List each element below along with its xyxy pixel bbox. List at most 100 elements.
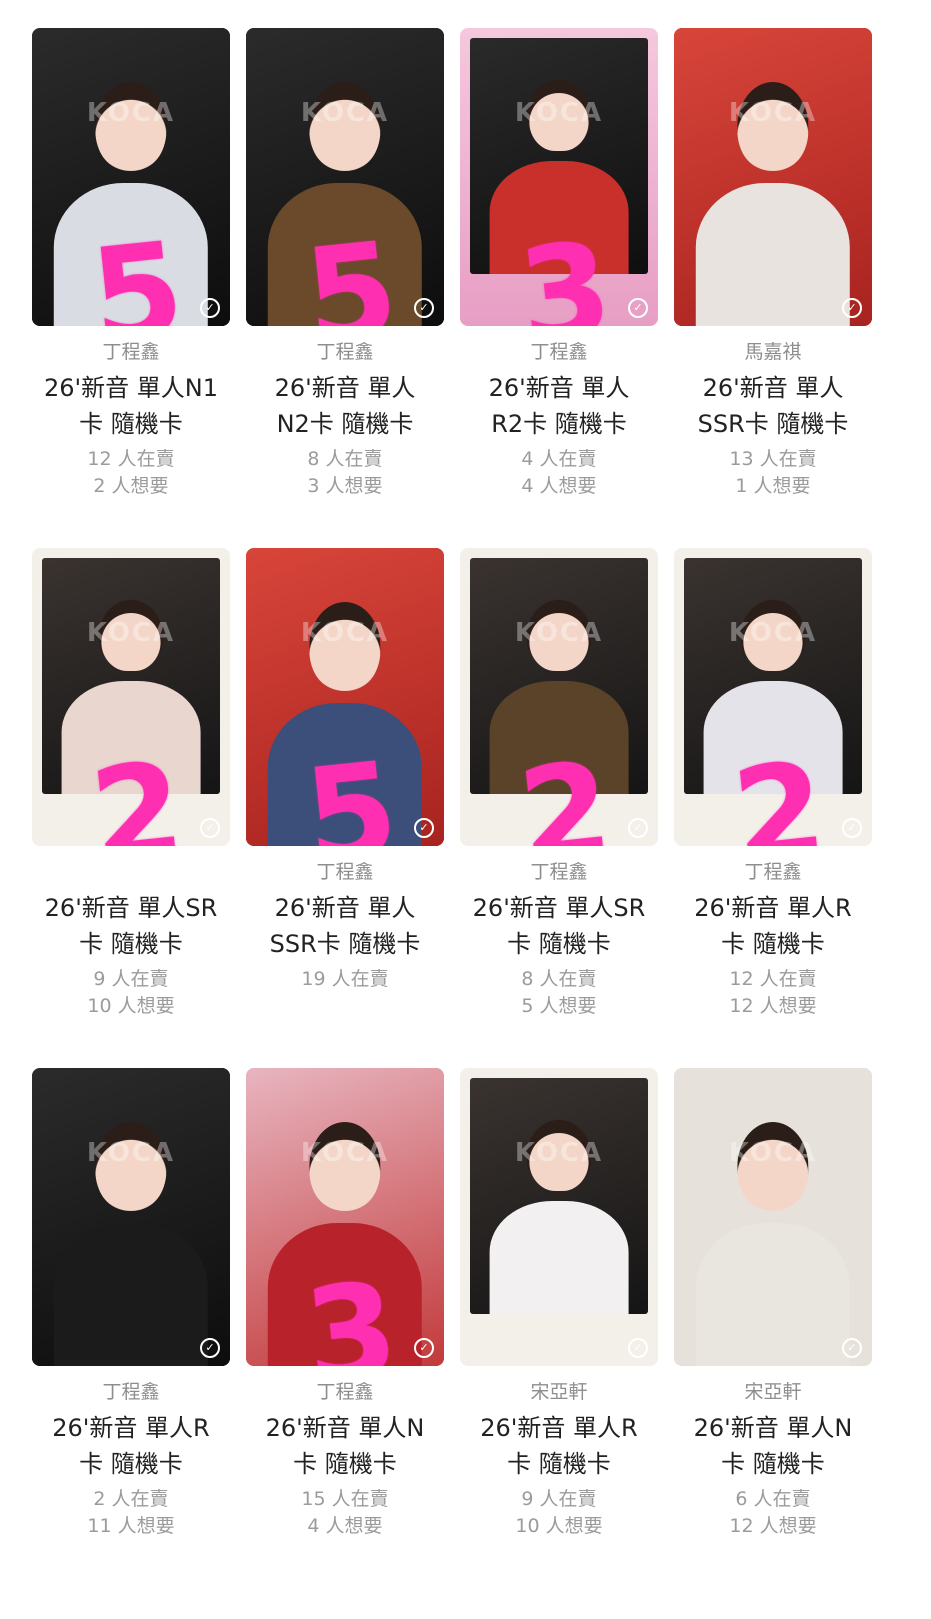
selling-count: 2 人在賣 — [93, 1488, 169, 1510]
member-name: 丁程鑫 — [316, 341, 374, 363]
card-title[interactable]: 26'新音 單人 SSR卡 隨機卡 — [238, 890, 452, 962]
photo-image — [42, 558, 220, 794]
card-grid: KOCA ✓ 5 丁程鑫 26'新音 單人N1 卡 隨機卡 12 人在賣 2 人… — [0, 0, 931, 1619]
wanting-count: 4 人想要 — [307, 1515, 383, 1537]
check-circle-icon[interactable]: ✓ — [414, 1338, 434, 1358]
check-circle-icon[interactable]: ✓ — [200, 818, 220, 838]
card-title[interactable]: 26'新音 單人 SSR卡 隨機卡 — [666, 370, 880, 442]
person-body — [61, 680, 201, 794]
photocard-item[interactable]: KOCA ✓ 2 丁程鑫 26'新音 單人R 卡 隨機卡 12 人在賣 12 人… — [666, 548, 880, 1020]
check-circle-icon[interactable]: ✓ — [842, 818, 862, 838]
card-photo[interactable]: KOCA ✓ — [32, 1068, 230, 1366]
person-body — [267, 702, 423, 846]
photocard-item[interactable]: KOCA ✓ 5 丁程鑫 26'新音 單人N1 卡 隨機卡 12 人在賣 2 人… — [24, 28, 238, 500]
koca-watermark: KOCA — [728, 98, 818, 128]
card-title[interactable]: 26'新音 單人N1 卡 隨機卡 — [24, 370, 238, 442]
photo-image — [246, 1068, 444, 1366]
koca-watermark: KOCA — [86, 1138, 176, 1168]
koca-watermark: KOCA — [300, 1138, 390, 1168]
person-body — [695, 1222, 851, 1366]
koca-watermark: KOCA — [728, 618, 818, 648]
card-photo[interactable]: KOCA ✓ 5 — [246, 28, 444, 326]
card-stats: 19 人在賣 — [238, 966, 452, 993]
check-circle-icon[interactable]: ✓ — [628, 298, 648, 318]
koca-watermark: KOCA — [514, 1138, 604, 1168]
card-photo[interactable]: KOCA ✓ — [674, 28, 872, 326]
check-circle-icon[interactable]: ✓ — [200, 1338, 220, 1358]
card-title[interactable]: 26'新音 單人N 卡 隨機卡 — [238, 1410, 452, 1482]
wanting-count: 11 人想要 — [87, 1515, 175, 1537]
card-photo[interactable]: KOCA ✓ 3 — [246, 1068, 444, 1366]
member-name: 馬嘉祺 — [744, 341, 802, 363]
person-body — [267, 1222, 423, 1366]
card-title[interactable]: 26'新音 單人N 卡 隨機卡 — [666, 1410, 880, 1482]
check-circle-icon[interactable]: ✓ — [414, 298, 434, 318]
wanting-count: 12 人想要 — [729, 1515, 817, 1537]
card-title[interactable]: 26'新音 單人R 卡 隨機卡 — [24, 1410, 238, 1482]
card-title[interactable]: 26'新音 單人 N2卡 隨機卡 — [238, 370, 452, 442]
card-photo[interactable]: KOCA ✓ — [674, 1068, 872, 1366]
selling-count: 12 人在賣 — [729, 968, 817, 990]
photo-image — [246, 28, 444, 326]
card-title[interactable]: 26'新音 單人R 卡 隨機卡 — [666, 890, 880, 962]
card-stats: 9 人在賣 10 人想要 — [452, 1486, 666, 1540]
check-circle-icon[interactable]: ✓ — [628, 1338, 648, 1358]
member-name: 丁程鑫 — [316, 1381, 374, 1403]
koca-watermark: KOCA — [514, 618, 604, 648]
photocard-item[interactable]: KOCA ✓ 宋亞軒 26'新音 單人N 卡 隨機卡 6 人在賣 12 人想要 — [666, 1068, 880, 1540]
selling-count: 4 人在賣 — [521, 448, 597, 470]
wanting-count: 3 人想要 — [307, 475, 383, 497]
member-name — [24, 860, 238, 884]
card-stats: 13 人在賣 1 人想要 — [666, 446, 880, 500]
photo-image — [470, 38, 648, 274]
wanting-count: 2 人想要 — [93, 475, 169, 497]
card-title[interactable]: 26'新音 單人 R2卡 隨機卡 — [452, 370, 666, 442]
photo-image — [684, 558, 862, 794]
photocard-item[interactable]: KOCA ✓ 丁程鑫 26'新音 單人R 卡 隨機卡 2 人在賣 11 人想要 — [24, 1068, 238, 1540]
koca-watermark: KOCA — [300, 618, 390, 648]
member-name: 宋亞軒 — [744, 1381, 802, 1403]
wanting-count: 4 人想要 — [521, 475, 597, 497]
check-circle-icon[interactable]: ✓ — [628, 818, 648, 838]
card-photo[interactable]: KOCA ✓ 5 — [32, 28, 230, 326]
member-name: 丁程鑫 — [102, 341, 160, 363]
card-photo[interactable]: KOCA ✓ 2 — [32, 548, 230, 846]
card-title[interactable]: 26'新音 單人SR 卡 隨機卡 — [452, 890, 666, 962]
selling-count: 9 人在賣 — [93, 968, 169, 990]
photocard-item[interactable]: KOCA ✓ 5 丁程鑫 26'新音 單人 N2卡 隨機卡 8 人在賣 3 人想… — [238, 28, 452, 500]
card-photo[interactable]: KOCA ✓ 2 — [674, 548, 872, 846]
person-body — [267, 182, 423, 326]
photocard-item[interactable]: KOCA ✓ 馬嘉祺 26'新音 單人 SSR卡 隨機卡 13 人在賣 1 人想… — [666, 28, 880, 500]
selling-count: 19 人在賣 — [301, 968, 389, 990]
photocard-item[interactable]: KOCA ✓ 5 丁程鑫 26'新音 單人 SSR卡 隨機卡 19 人在賣 — [238, 548, 452, 993]
card-photo[interactable]: KOCA ✓ 5 — [246, 548, 444, 846]
card-stats: 2 人在賣 11 人想要 — [24, 1486, 238, 1540]
member-name: 丁程鑫 — [102, 1381, 160, 1403]
photocard-item[interactable]: KOCA ✓ 3 丁程鑫 26'新音 單人 R2卡 隨機卡 4 人在賣 4 人想… — [452, 28, 666, 500]
person-body — [489, 160, 629, 274]
card-title[interactable]: 26'新音 單人R 卡 隨機卡 — [452, 1410, 666, 1482]
card-title[interactable]: 26'新音 單人SR 卡 隨機卡 — [24, 890, 238, 962]
card-photo[interactable]: KOCA ✓ 2 — [460, 548, 658, 846]
selling-count: 13 人在賣 — [729, 448, 817, 470]
photo-image — [32, 28, 230, 326]
check-circle-icon[interactable]: ✓ — [200, 298, 220, 318]
card-photo[interactable]: KOCA ✓ — [460, 1068, 658, 1366]
member-name: 丁程鑫 — [530, 861, 588, 883]
card-stats: 12 人在賣 12 人想要 — [666, 966, 880, 1020]
selling-count: 15 人在賣 — [301, 1488, 389, 1510]
person-body — [53, 1222, 209, 1366]
check-circle-icon[interactable]: ✓ — [414, 818, 434, 838]
card-stats: 12 人在賣 2 人想要 — [24, 446, 238, 500]
card-stats: 6 人在賣 12 人想要 — [666, 1486, 880, 1540]
card-photo[interactable]: KOCA ✓ 3 — [460, 28, 658, 326]
photocard-item[interactable]: KOCA ✓ 宋亞軒 26'新音 單人R 卡 隨機卡 9 人在賣 10 人想要 — [452, 1068, 666, 1540]
photo-image — [32, 1068, 230, 1366]
photocard-item[interactable]: KOCA ✓ 3 丁程鑫 26'新音 單人N 卡 隨機卡 15 人在賣 4 人想… — [238, 1068, 452, 1540]
photocard-item[interactable]: KOCA ✓ 2 26'新音 單人SR 卡 隨機卡 9 人在賣 10 人想要 — [24, 548, 238, 1020]
card-stats: 15 人在賣 4 人想要 — [238, 1486, 452, 1540]
photocard-item[interactable]: KOCA ✓ 2 丁程鑫 26'新音 單人SR 卡 隨機卡 8 人在賣 5 人想… — [452, 548, 666, 1020]
check-circle-icon[interactable]: ✓ — [842, 298, 862, 318]
check-circle-icon[interactable]: ✓ — [842, 1338, 862, 1358]
person-body — [703, 680, 843, 794]
